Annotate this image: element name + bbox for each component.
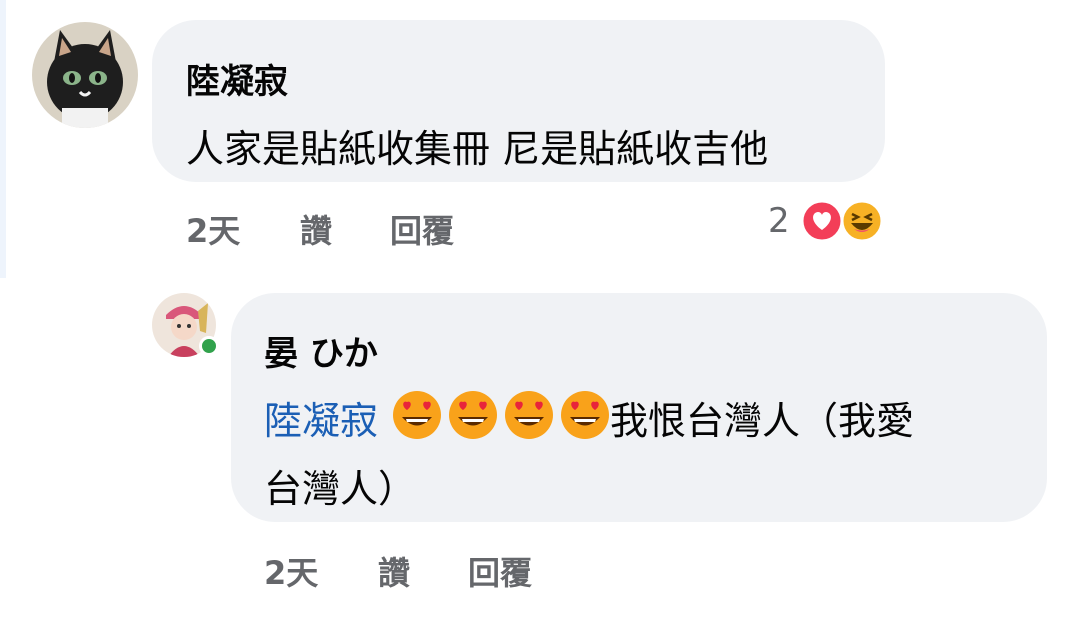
reply-timestamp[interactable]: 2天 (264, 548, 318, 594)
cat-avatar-icon (32, 22, 138, 128)
comment-timestamp[interactable]: 2天 (186, 206, 240, 252)
comment-text: 人家是貼紙收集冊 尼是貼紙收吉他 (186, 127, 769, 171)
heart-eyes-emoji-icon (505, 391, 554, 439)
mention-link[interactable]: 陸凝寂 (264, 399, 378, 443)
like-button[interactable]: 讚 (378, 548, 410, 594)
reply-text: 我恨台灣人（我愛 (610, 399, 915, 443)
reply-button[interactable]: 回覆 (390, 206, 454, 252)
reply-actions: 2天 讚 回覆 (264, 548, 584, 592)
haha-reaction-icon (840, 199, 884, 243)
reaction-summary[interactable]: 2 (768, 199, 888, 243)
heart-eyes-emoji-icon (449, 391, 498, 439)
heart-eyes-emoji-icon (561, 391, 610, 439)
like-button[interactable]: 讚 (300, 206, 332, 252)
reply-author[interactable]: 晏 ひか (264, 326, 378, 375)
thread-indicator-bar (0, 0, 6, 278)
online-status-dot (199, 336, 219, 356)
comment-actions: 2天 讚 回覆 (186, 206, 506, 250)
avatar[interactable] (32, 22, 138, 128)
reaction-count: 2 (768, 201, 790, 241)
emoji-group (386, 388, 610, 451)
reply-button[interactable]: 回覆 (468, 548, 532, 594)
comment-author[interactable]: 陸凝寂 (186, 54, 288, 103)
reply-text-line-2: 台灣人） (264, 467, 417, 511)
reply-text-line-1: 陸凝寂 我恨台灣人（我愛 (264, 388, 914, 451)
love-reaction-icon (800, 199, 844, 243)
heart-eyes-emoji-icon (393, 391, 442, 439)
